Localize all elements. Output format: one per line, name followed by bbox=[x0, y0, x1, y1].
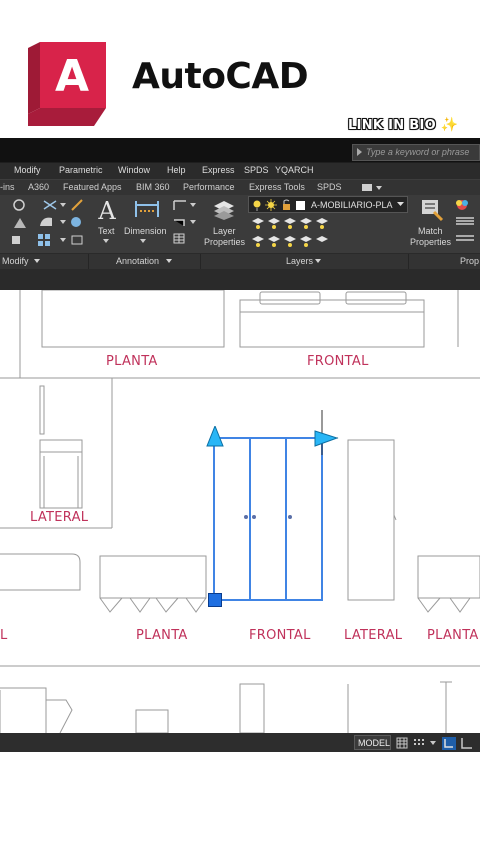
panel-title-annotation[interactable]: Annotation bbox=[116, 256, 159, 266]
label-l-partial: L bbox=[0, 628, 8, 643]
modify-panel-expand-icon[interactable] bbox=[34, 259, 42, 265]
search-arrow-icon bbox=[357, 148, 362, 156]
label-frontal-mid: FRONTAL bbox=[249, 628, 311, 643]
dimension-tool-label[interactable]: Dimension bbox=[124, 226, 167, 236]
svg-text:A: A bbox=[97, 198, 116, 222]
properties-tools-icons[interactable] bbox=[454, 198, 480, 250]
grip-arrow-up-icon[interactable] bbox=[206, 426, 224, 448]
annotation-tools-icons[interactable] bbox=[172, 198, 198, 250]
menu-express[interactable]: Express bbox=[202, 165, 235, 175]
tab-overflow-icon[interactable] bbox=[362, 183, 384, 193]
text-tool-label[interactable]: Text bbox=[98, 226, 115, 236]
match-properties-label-1[interactable]: Match bbox=[418, 226, 443, 236]
match-properties-icon[interactable] bbox=[420, 198, 444, 222]
link-in-bio-text: LINK IN BIO bbox=[348, 118, 436, 133]
ribbon-panel-titles: Modify Annotation Layers Prop bbox=[0, 253, 480, 270]
model-label: MODEL bbox=[358, 738, 391, 748]
match-properties-label-2[interactable]: Properties bbox=[410, 237, 451, 247]
status-bar: MODEL bbox=[0, 733, 480, 752]
dimension-tool-icon[interactable] bbox=[134, 199, 160, 221]
layer-current-name: A-MOBILIARIO-PLA bbox=[311, 200, 393, 210]
label-planta-mid: PLANTA bbox=[136, 628, 188, 643]
annotation-panel-expand-icon[interactable] bbox=[166, 259, 174, 265]
logo-letter: A bbox=[55, 51, 89, 102]
modify-tools-icons[interactable] bbox=[12, 198, 92, 250]
layer-dropdown[interactable]: A-MOBILIARIO-PLA bbox=[248, 196, 408, 213]
menu-window[interactable]: Window bbox=[118, 165, 150, 175]
dimension-dropdown-icon[interactable] bbox=[140, 239, 148, 245]
panel-title-layers[interactable]: Layers bbox=[286, 256, 313, 266]
menu-spds[interactable]: SPDS bbox=[244, 165, 269, 175]
model-space-button[interactable]: MODEL bbox=[354, 735, 391, 750]
tab-performance[interactable]: Performance bbox=[183, 182, 235, 192]
panel-separator bbox=[88, 254, 89, 270]
menu-help[interactable]: Help bbox=[167, 165, 186, 175]
app-title: AutoCAD bbox=[132, 56, 309, 97]
tab-featured-apps[interactable]: Featured Apps bbox=[63, 182, 122, 192]
file-tab-strip bbox=[0, 269, 480, 290]
tab-a360[interactable]: A360 bbox=[28, 182, 49, 192]
grip-arrow-right-icon[interactable] bbox=[313, 430, 339, 448]
panel-title-modify[interactable]: Modify bbox=[2, 256, 29, 266]
label-planta-top: PLANTA bbox=[106, 354, 158, 369]
layer-properties-label-2[interactable]: Properties bbox=[204, 237, 245, 247]
label-lateral-mid: LATERAL bbox=[344, 628, 403, 643]
tab-express-tools[interactable]: Express Tools bbox=[249, 182, 305, 192]
panel-separator bbox=[408, 254, 409, 270]
sparkle-icon: ✨ bbox=[440, 117, 459, 133]
tab-addins[interactable]: -ins bbox=[0, 182, 15, 192]
layer-properties-icon[interactable] bbox=[212, 198, 236, 220]
text-tool-icon[interactable]: A bbox=[95, 198, 119, 222]
tab-spds[interactable]: SPDS bbox=[317, 182, 342, 192]
status-tools-icons[interactable] bbox=[396, 736, 480, 750]
menu-yqarch[interactable]: YQARCH bbox=[275, 165, 314, 175]
search-input[interactable]: Type a keyword or phrase bbox=[352, 144, 480, 161]
panel-title-properties[interactable]: Prop bbox=[460, 256, 479, 266]
ribbon-tab-bar: -ins A360 Featured Apps BIM 360 Performa… bbox=[0, 179, 480, 195]
label-planta-right: PLANTA bbox=[427, 628, 479, 643]
label-frontal-top: FRONTAL bbox=[307, 354, 369, 369]
layer-tools-icons[interactable] bbox=[250, 217, 340, 251]
ribbon-panel: A Text Dimension Layer Properties A-MOBI… bbox=[0, 195, 480, 255]
label-lateral-left: LATERAL bbox=[30, 510, 89, 525]
layer-state-icons bbox=[253, 199, 305, 211]
selected-wardrobe bbox=[213, 437, 323, 601]
layer-properties-label-1[interactable]: Layer bbox=[213, 226, 236, 236]
layers-panel-expand-icon[interactable] bbox=[315, 259, 323, 265]
layer-dropdown-arrow-icon bbox=[397, 202, 404, 206]
text-dropdown-icon[interactable] bbox=[103, 239, 111, 245]
search-placeholder: Type a keyword or phrase bbox=[366, 147, 470, 157]
link-in-bio: LINK IN BIO ✨ bbox=[348, 117, 459, 133]
title-bar: Type a keyword or phrase bbox=[0, 138, 480, 162]
autocad-logo: A bbox=[20, 42, 110, 126]
grip-base-point[interactable] bbox=[208, 593, 222, 607]
menu-modify[interactable]: Modify bbox=[14, 165, 41, 175]
menu-parametric[interactable]: Parametric bbox=[59, 165, 103, 175]
drawing-canvas[interactable]: PLANTA FRONTAL LATERAL L PLANTA FRONTAL … bbox=[0, 290, 480, 733]
tab-bim-360[interactable]: BIM 360 bbox=[136, 182, 170, 192]
panel-separator bbox=[200, 254, 201, 270]
menu-bar: Modify Parametric Window Help Express SP… bbox=[0, 163, 480, 179]
